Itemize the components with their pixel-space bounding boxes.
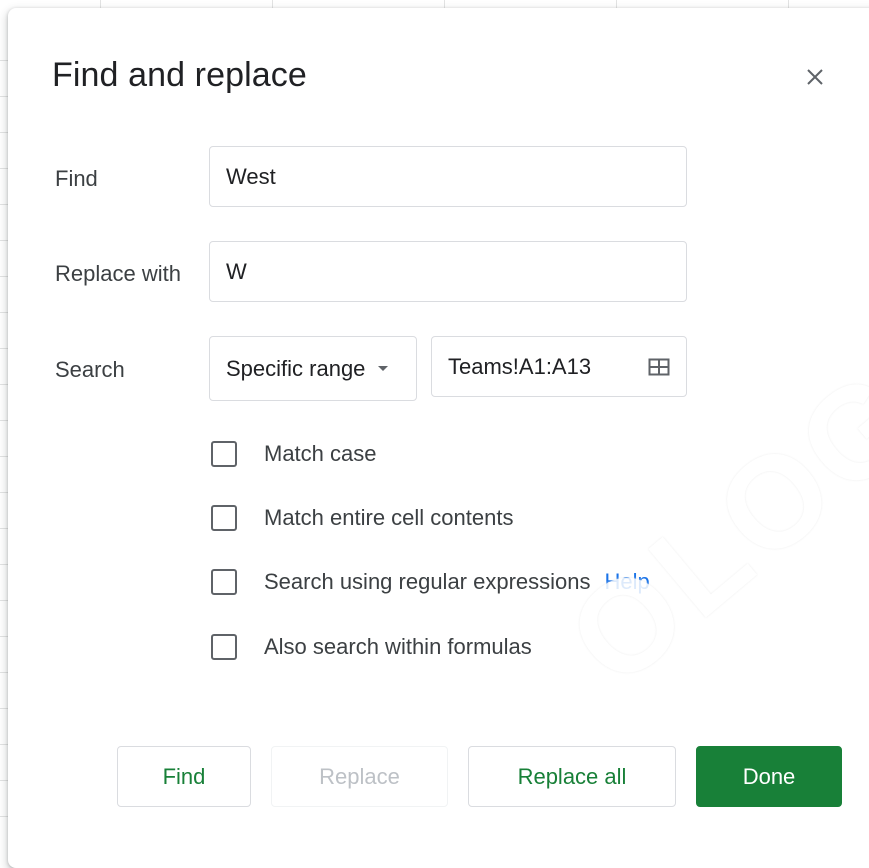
find-replace-dialog: Find and replace Find Replace with Searc… <box>8 8 869 868</box>
checkbox[interactable] <box>211 569 237 595</box>
option-regex[interactable]: Search using regular expressions Help <box>211 566 650 598</box>
find-button[interactable]: Find <box>117 746 251 807</box>
option-label: Search using regular expressions <box>264 569 591 594</box>
option-label: Match case <box>264 441 377 466</box>
close-icon <box>807 69 823 85</box>
checkbox[interactable] <box>211 441 237 467</box>
range-field[interactable]: Teams!A1:A13 <box>431 336 687 397</box>
replace-all-button[interactable]: Replace all <box>468 746 676 807</box>
find-input[interactable] <box>226 163 670 190</box>
grid-select-icon[interactable] <box>648 358 670 376</box>
close-button[interactable] <box>800 62 830 92</box>
find-field[interactable] <box>209 146 687 207</box>
option-match-entire-cell[interactable]: Match entire cell contents <box>211 502 513 534</box>
dropdown-arrow-icon <box>378 365 389 371</box>
range-value: Teams!A1:A13 <box>448 353 592 379</box>
option-label: Match entire cell contents <box>264 505 514 530</box>
done-button[interactable]: Done <box>696 746 842 807</box>
option-match-case[interactable]: Match case <box>211 438 377 470</box>
replace-button[interactable]: Replace <box>271 746 448 807</box>
search-scope-dropdown[interactable]: Specific range <box>209 336 417 401</box>
checkbox[interactable] <box>211 634 237 660</box>
search-scope-value: Specific range <box>226 355 366 381</box>
replace-field[interactable] <box>209 241 687 302</box>
option-search-formulas[interactable]: Also search within formulas <box>211 631 532 663</box>
checkbox[interactable] <box>211 505 237 531</box>
find-label: Find <box>55 166 98 191</box>
replace-label: Replace with <box>55 261 181 286</box>
option-label: Also search within formulas <box>264 634 532 659</box>
help-link[interactable]: Help <box>605 569 650 595</box>
dialog-title: Find and replace <box>52 56 307 94</box>
replace-input[interactable] <box>226 258 670 285</box>
search-label: Search <box>55 357 125 382</box>
